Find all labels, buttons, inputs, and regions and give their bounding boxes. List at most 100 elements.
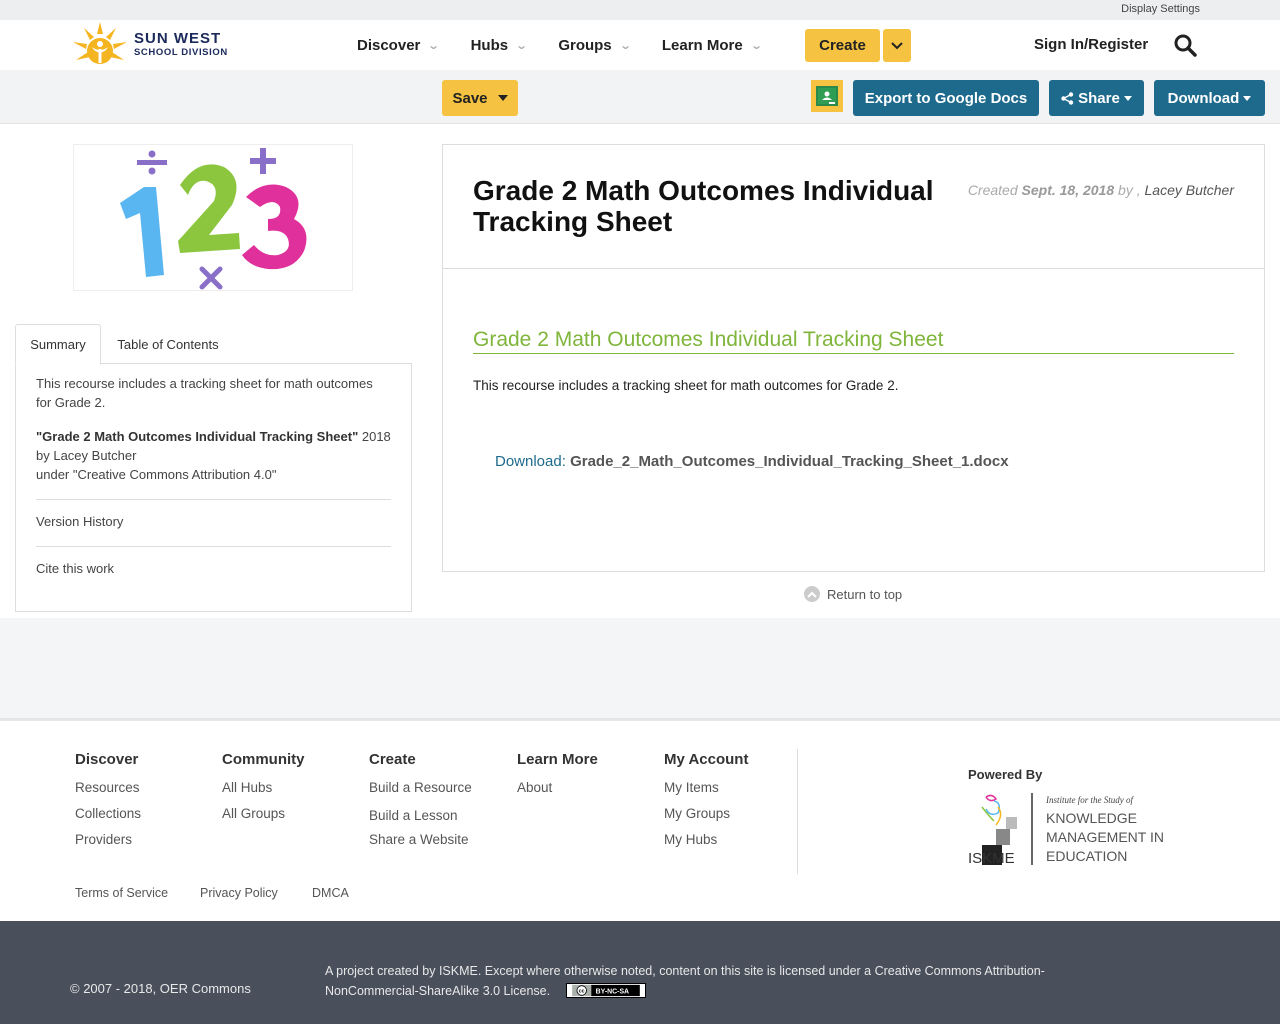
create-button[interactable]: Create: [805, 29, 880, 62]
sidebar-tabs: Summary Table of Contents: [15, 324, 412, 365]
nav-hubs[interactable]: Hubs ⌄: [471, 37, 529, 54]
iskme-line3: EDUCATION: [1046, 848, 1127, 864]
footer-link-build-lesson[interactable]: Build a Lesson: [369, 808, 472, 823]
iskme-line2: MANAGEMENT IN: [1046, 829, 1164, 845]
share-button[interactable]: Share: [1049, 80, 1144, 116]
terms-of-service-link[interactable]: Terms of Service: [75, 886, 168, 900]
divider: [36, 546, 391, 547]
display-settings-link[interactable]: Display Settings: [1121, 3, 1200, 15]
footer-link-my-items[interactable]: My Items: [664, 780, 748, 795]
footer-link-my-groups[interactable]: My Groups: [664, 806, 748, 821]
created-by: by ,: [1118, 182, 1141, 198]
arrow-up-icon: [804, 586, 820, 602]
chevron-down-icon: ⌄: [427, 39, 441, 52]
nav-learn-more-label: Learn More: [661, 36, 743, 54]
return-to-top-link[interactable]: Return to top: [804, 586, 902, 602]
iskme-logo[interactable]: ISKME Institute for the Study of KNOWLED…: [968, 793, 1173, 869]
download-label[interactable]: Download:: [495, 453, 566, 470]
export-google-docs-button[interactable]: Export to Google Docs: [853, 80, 1039, 116]
footer-link-all-groups[interactable]: All Groups: [222, 806, 305, 821]
created-prefix: Created: [967, 182, 1018, 198]
footer-heading: Learn More: [517, 751, 598, 768]
tab-table-of-contents[interactable]: Table of Contents: [105, 324, 231, 365]
footer-link-about[interactable]: About: [517, 780, 598, 795]
resource-section-description: This recourse includes a tracking sheet …: [473, 378, 899, 393]
footer-heading: Create: [369, 751, 416, 768]
footer-heading: Community: [222, 751, 305, 768]
download-file-link[interactable]: Grade_2_Math_Outcomes_Individual_Trackin…: [570, 453, 1009, 470]
summary-description: This recourse includes a tracking sheet …: [36, 376, 373, 410]
nav-groups-label: Groups: [558, 36, 612, 54]
iskme-small-text: Institute for the Study of: [1045, 795, 1134, 805]
footer-link-providers[interactable]: Providers: [75, 832, 141, 847]
chevron-down-icon: ⌄: [618, 39, 632, 52]
tab-summary[interactable]: Summary: [15, 324, 101, 365]
resource-card: Grade 2 Math Outcomes Individual Trackin…: [442, 144, 1265, 572]
footer-divider: [797, 749, 798, 874]
logo-title: SUN WEST: [134, 29, 222, 47]
footer-link-build-resource[interactable]: Build a Resource: [369, 780, 472, 795]
resource-thumbnail: [73, 144, 353, 291]
footer-link-collections[interactable]: Collections: [75, 806, 141, 821]
dmca-link[interactable]: DMCA: [312, 886, 349, 900]
nav-learn-more[interactable]: Learn More ⌄: [661, 36, 763, 54]
iskme-mark-text: ISKME: [968, 850, 1015, 867]
cc-license-badge[interactable]: cc BY-NC-SA: [565, 983, 646, 999]
save-button-label: Save: [452, 89, 488, 107]
footer-col-my-account: My Account My Items My Groups My Hubs: [664, 751, 748, 858]
footer-col-community: Community All Hubs All Groups: [222, 751, 305, 832]
resource-toolbar: Save Export to Google Docs Share Downloa…: [0, 70, 1280, 124]
resource-header: Grade 2 Math Outcomes Individual Trackin…: [443, 145, 1264, 269]
chevron-down-icon: [891, 41, 903, 49]
numbers-123-image: [120, 148, 307, 290]
logo-subtitle: SCHOOL DIVISION: [134, 46, 228, 58]
powered-by-label: Powered By: [968, 767, 1043, 782]
spacer-band: [0, 618, 1280, 718]
cite-this-work-link[interactable]: Cite this work: [36, 559, 391, 578]
footer-link-resources[interactable]: Resources: [75, 780, 141, 795]
create-dropdown-button[interactable]: [883, 29, 911, 62]
caret-down-icon: [1123, 95, 1132, 101]
return-to-top-label: Return to top: [827, 586, 903, 602]
summary-panel: This recourse includes a tracking sheet …: [15, 363, 412, 612]
footer-heading: My Account: [664, 751, 749, 768]
privacy-policy-link[interactable]: Privacy Policy: [200, 886, 278, 900]
main-nav: Discover ⌄ Hubs ⌄ Groups ⌄ Learn More ⌄: [357, 20, 793, 70]
divider: [36, 499, 391, 500]
citation-title: "Grade 2 Math Outcomes Individual Tracki…: [36, 429, 359, 444]
footer-link-all-hubs[interactable]: All Hubs: [222, 780, 305, 795]
logo-text: SUN WEST SCHOOL DIVISION: [134, 31, 228, 58]
download-button-label: Download: [1167, 89, 1240, 107]
utility-bar: Display Settings: [0, 0, 1280, 20]
save-button[interactable]: Save: [442, 80, 518, 116]
footer-col-create: Create Build a Resource Build a Lesson S…: [369, 751, 472, 858]
resource-section-title[interactable]: Grade 2 Math Outcomes Individual Trackin…: [473, 328, 1234, 354]
license-statement: A project created by ISKME. Except where…: [325, 964, 1045, 998]
copyright-text: © 2007 - 2018, OER Commons: [70, 981, 251, 996]
created-date: Sept. 18, 2018: [1021, 182, 1115, 198]
caret-down-icon: [497, 95, 508, 101]
download-button[interactable]: Download: [1154, 80, 1265, 116]
cc-badge-text: BY-NC-SA: [595, 989, 628, 996]
resource-title: Grade 2 Math Outcomes Individual Trackin…: [473, 175, 934, 237]
share-icon: [1061, 91, 1074, 105]
version-history-link[interactable]: Version History: [36, 512, 391, 531]
citation: "Grade 2 Math Outcomes Individual Tracki…: [36, 427, 391, 484]
footer-link-share-website[interactable]: Share a Website: [369, 832, 472, 847]
author-link[interactable]: Lacey Butcher: [1145, 182, 1235, 198]
share-button-label: Share: [1078, 89, 1120, 107]
site-logo[interactable]: SUN WEST SCHOOL DIVISION: [70, 20, 240, 68]
chevron-down-icon: ⌄: [515, 39, 529, 52]
nav-discover[interactable]: Discover ⌄: [357, 37, 441, 54]
footer-col-discover: Discover Resources Collections Providers: [75, 751, 141, 858]
footer-link-my-hubs[interactable]: My Hubs: [664, 832, 748, 847]
chevron-down-icon: ⌄: [749, 39, 763, 52]
license-text: A project created by ISKME. Except where…: [325, 961, 1065, 1001]
search-icon[interactable]: [1173, 33, 1197, 57]
bottom-bar: © 2007 - 2018, OER Commons A project cre…: [0, 921, 1280, 1024]
site-header: SUN WEST SCHOOL DIVISION Discover ⌄ Hubs…: [0, 20, 1280, 70]
sign-in-register-link[interactable]: Sign In/Register: [1034, 36, 1148, 53]
resource-meta: Created Sept. 18, 2018 by , Lacey Butche…: [968, 182, 1234, 198]
nav-groups[interactable]: Groups ⌄: [558, 36, 632, 54]
google-classroom-icon[interactable]: [811, 80, 843, 112]
